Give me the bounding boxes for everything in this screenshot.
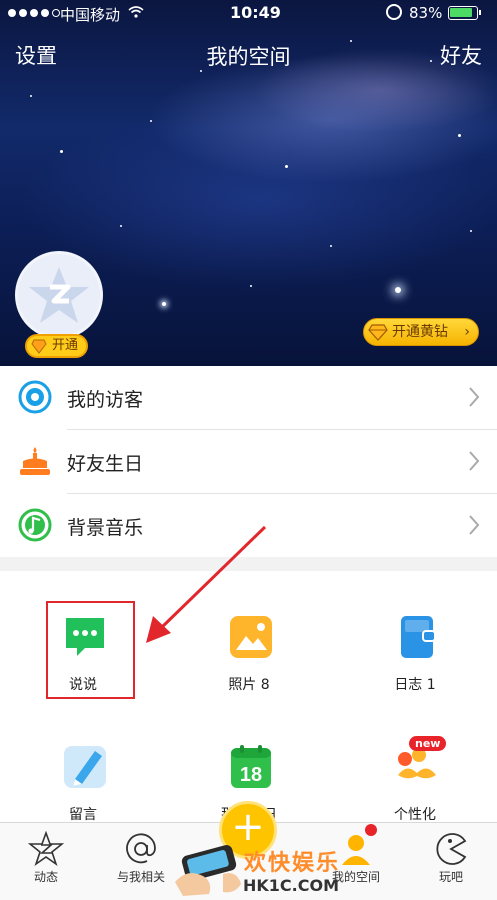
diamond-icon xyxy=(368,324,388,341)
rotation-lock-icon xyxy=(386,4,402,20)
page-title: 我的空间 xyxy=(206,45,291,69)
pacman-game-icon xyxy=(436,833,467,865)
highlight-box xyxy=(46,601,135,699)
open-yellow-diamond-button[interactable]: 开通黄钻 › xyxy=(363,318,479,346)
visitor-eye-icon xyxy=(18,380,52,414)
avatar-badge-label: 开通 xyxy=(52,338,79,353)
tab-games[interactable]: 玩吧 xyxy=(405,823,497,900)
birthday-cake-icon xyxy=(20,447,50,475)
annotation-arrow-icon xyxy=(146,525,267,643)
music-note-icon xyxy=(18,508,52,542)
qzone-star-icon xyxy=(29,267,89,323)
list-item-label: 我的访客 xyxy=(67,388,144,411)
battery-icon xyxy=(448,6,481,20)
calendar-icon: 18 xyxy=(231,745,271,788)
chevron-right-icon: › xyxy=(464,324,470,340)
list-item-label: 好友生日 xyxy=(67,452,144,475)
pen-icon xyxy=(64,746,106,788)
grid-item-label: 照片 8 xyxy=(228,677,270,693)
watermark-url: HK1C.COM xyxy=(243,876,340,895)
chevron-right-icon xyxy=(469,387,480,407)
tab-label: 动态 xyxy=(33,870,58,884)
calendar-day: 18 xyxy=(240,764,262,786)
profile-person-icon xyxy=(342,835,370,865)
chevron-right-icon xyxy=(469,451,480,471)
wifi-icon xyxy=(128,6,144,18)
open-vip-badge[interactable]: 开通 xyxy=(25,334,89,358)
list-item-birthdays[interactable]: 好友生日 xyxy=(0,430,497,494)
grid-item-guestbook[interactable]: 留言 xyxy=(0,701,166,823)
diamond-icon xyxy=(31,339,47,354)
carrier-name: 中国移动 xyxy=(60,6,121,24)
list-item-visitors[interactable]: 我的访客 xyxy=(0,366,497,430)
battery-percent: 83% xyxy=(409,4,443,22)
watermark-text: 欢快娱乐 xyxy=(244,851,341,876)
grid-item-label: 日志 1 xyxy=(394,677,436,693)
avatar[interactable] xyxy=(15,251,103,339)
qzone-star-icon xyxy=(28,831,64,867)
grid-item-personalize[interactable]: new 个性化 xyxy=(332,701,497,823)
new-badge: new xyxy=(409,736,447,751)
journal-icon xyxy=(401,616,436,658)
signal-strength-icon xyxy=(8,9,60,17)
grid-item-label: 留言 xyxy=(69,807,97,823)
notification-dot xyxy=(365,824,377,836)
grid-item-label: 个性化 xyxy=(394,807,436,823)
grid-item-journal[interactable]: 日志 1 xyxy=(332,571,497,693)
status-time: 10:49 xyxy=(230,3,281,22)
list-item-label: 背景音乐 xyxy=(67,516,144,539)
status-bar: 中国移动 10:49 83% xyxy=(0,0,497,28)
chevron-right-icon xyxy=(469,515,480,535)
vip-button-label: 开通黄钻 xyxy=(392,324,448,340)
tab-label: 玩吧 xyxy=(438,870,463,884)
tab-feed[interactable]: 动态 xyxy=(0,823,92,900)
friends-button[interactable]: 好友 xyxy=(440,40,482,70)
mustache-icon xyxy=(398,748,436,779)
at-sign-icon xyxy=(126,833,156,864)
